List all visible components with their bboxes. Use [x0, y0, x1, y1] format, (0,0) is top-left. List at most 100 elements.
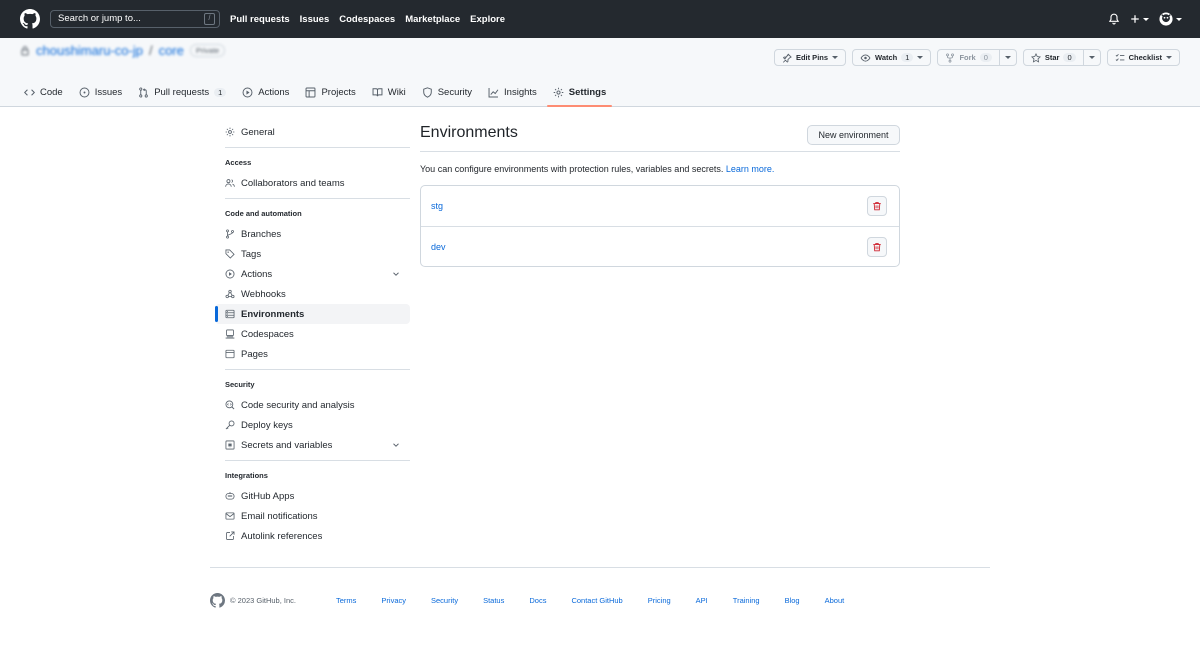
edit-pins-button[interactable]: Edit Pins [773, 49, 847, 66]
tab-wiki-label: Wiki [387, 87, 406, 98]
global-nav-issues[interactable]: Issues [300, 14, 330, 25]
repo-actions: Edit Pins Watch 1 Fork 0 Star 0 Checklis… [773, 49, 1180, 66]
checklist-label: Checklist [1128, 53, 1162, 62]
key-asterisk-icon [225, 440, 235, 450]
github-logo-icon[interactable] [20, 9, 40, 29]
description-text: You can configure environments with prot… [420, 164, 724, 174]
git-pull-request-icon [139, 87, 148, 98]
sidebar-item-code-security[interactable]: Code security and analysis [215, 395, 410, 415]
settings-sidebar: General Access Collaborators and teams C… [215, 122, 410, 546]
footer-copyright: © 2023 GitHub, Inc. [230, 596, 296, 605]
sidebar-item-label: Actions [241, 268, 273, 280]
star-list-dropdown[interactable] [1082, 50, 1100, 65]
delete-environment-button[interactable] [867, 237, 887, 257]
repo-name-link[interactable]: core [159, 43, 184, 58]
search-shortcut-badge: / [204, 13, 215, 25]
sidebar-item-label: Collaborators and teams [241, 177, 345, 189]
title-divider [420, 151, 900, 152]
global-nav-marketplace[interactable]: Marketplace [405, 14, 460, 25]
footer-link-privacy[interactable]: Privacy [381, 596, 406, 605]
sidebar-item-github-apps[interactable]: GitHub Apps [215, 486, 410, 506]
sidebar-item-autolink[interactable]: Autolink references [215, 526, 410, 546]
tag-icon [225, 249, 235, 259]
code-icon [24, 89, 35, 96]
footer-link-docs[interactable]: Docs [529, 596, 546, 605]
sidebar-item-secrets[interactable]: Secrets and variables [215, 435, 410, 455]
tab-settings[interactable]: Settings [546, 82, 613, 107]
footer-link-status[interactable]: Status [483, 596, 504, 605]
sidebar-item-collaborators[interactable]: Collaborators and teams [215, 173, 410, 193]
sidebar-item-deploy-keys[interactable]: Deploy keys [215, 415, 410, 435]
sidebar-item-general[interactable]: General [215, 122, 410, 142]
tab-actions[interactable]: Actions [242, 82, 289, 103]
search-input[interactable]: Search or jump to... / [50, 10, 220, 28]
codespaces-icon [225, 329, 235, 339]
sidebar-divider [225, 460, 410, 461]
tab-settings-label: Settings [568, 87, 607, 98]
sidebar-item-webhooks[interactable]: Webhooks [215, 284, 410, 304]
tab-issues-label: Issues [94, 87, 123, 98]
plus-icon [1131, 15, 1139, 23]
bell-icon[interactable] [1108, 13, 1120, 25]
tab-wiki[interactable]: Wiki [372, 82, 406, 103]
key-icon [225, 420, 235, 430]
sidebar-item-email-notifications[interactable]: Email notifications [215, 506, 410, 526]
create-new-menu[interactable] [1130, 14, 1149, 24]
footer-divider [210, 567, 990, 568]
footer-link-api[interactable]: API [696, 596, 708, 605]
global-nav-pull-requests[interactable]: Pull requests [230, 14, 290, 25]
repo-forked-icon [946, 52, 955, 63]
sidebar-item-branches[interactable]: Branches [215, 224, 410, 244]
environment-link-dev[interactable]: dev [431, 242, 446, 252]
sidebar-item-label: Webhooks [241, 288, 286, 300]
learn-more-link[interactable]: Learn more. [726, 164, 775, 174]
footer-link-terms[interactable]: Terms [336, 596, 356, 605]
footer-link-pricing[interactable]: Pricing [648, 596, 671, 605]
fork-button[interactable]: Fork 0 [937, 49, 1017, 66]
footer-link-blog[interactable]: Blog [785, 596, 800, 605]
sidebar-heading-access: Access [225, 158, 252, 167]
sidebar-item-pages[interactable]: Pages [215, 344, 410, 364]
gear-icon [553, 87, 564, 98]
checklist-button[interactable]: Checklist [1106, 49, 1180, 66]
tab-pull-requests[interactable]: Pull requests 1 [138, 82, 227, 103]
global-header: Search or jump to... / Pull requests Iss… [0, 0, 1200, 38]
star-button[interactable]: Star 0 [1022, 49, 1101, 66]
chevron-down-icon [917, 56, 924, 59]
tab-projects[interactable]: Projects [305, 82, 356, 103]
sidebar-item-label: Pages [241, 348, 268, 360]
sidebar-item-environments[interactable]: Environments [215, 304, 410, 324]
tab-insights[interactable]: Insights [488, 82, 537, 103]
tab-issues[interactable]: Issues [79, 82, 122, 103]
sidebar-item-codespaces[interactable]: Codespaces [215, 324, 410, 344]
sidebar-item-label: Codespaces [241, 328, 294, 340]
hubot-icon [225, 491, 235, 500]
sidebar-item-actions[interactable]: Actions [215, 264, 410, 284]
sidebar-item-tags[interactable]: Tags [215, 244, 410, 264]
footer-link-about[interactable]: About [825, 596, 845, 605]
eye-icon [860, 53, 871, 62]
delete-environment-button[interactable] [867, 196, 887, 216]
watch-count: 1 [901, 53, 914, 62]
footer-link-training[interactable]: Training [733, 596, 760, 605]
footer-link-security[interactable]: Security [431, 596, 458, 605]
environment-link-stg[interactable]: stg [431, 201, 443, 211]
global-nav-explore[interactable]: Explore [470, 14, 505, 25]
star-icon [1030, 52, 1041, 63]
global-nav-codespaces[interactable]: Codespaces [339, 14, 395, 25]
repo-owner-link[interactable]: choushimaru-co-jp [36, 43, 143, 58]
repo-path-separator: / [148, 42, 153, 58]
new-environment-button[interactable]: New environment [807, 125, 900, 145]
chevron-down-icon [393, 272, 399, 276]
sidebar-item-label: Deploy keys [241, 419, 293, 431]
watch-button[interactable]: Watch 1 [852, 49, 932, 66]
footer-link-contact[interactable]: Contact GitHub [571, 596, 622, 605]
user-menu[interactable] [1159, 12, 1182, 26]
github-logo-icon[interactable] [210, 593, 225, 608]
tab-code[interactable]: Code [24, 82, 63, 103]
chevron-down-icon [1143, 17, 1149, 21]
pull-requests-count: 1 [214, 88, 227, 97]
tab-security[interactable]: Security [422, 82, 472, 103]
mail-icon [225, 512, 235, 520]
fork-dropdown[interactable] [998, 50, 1016, 65]
